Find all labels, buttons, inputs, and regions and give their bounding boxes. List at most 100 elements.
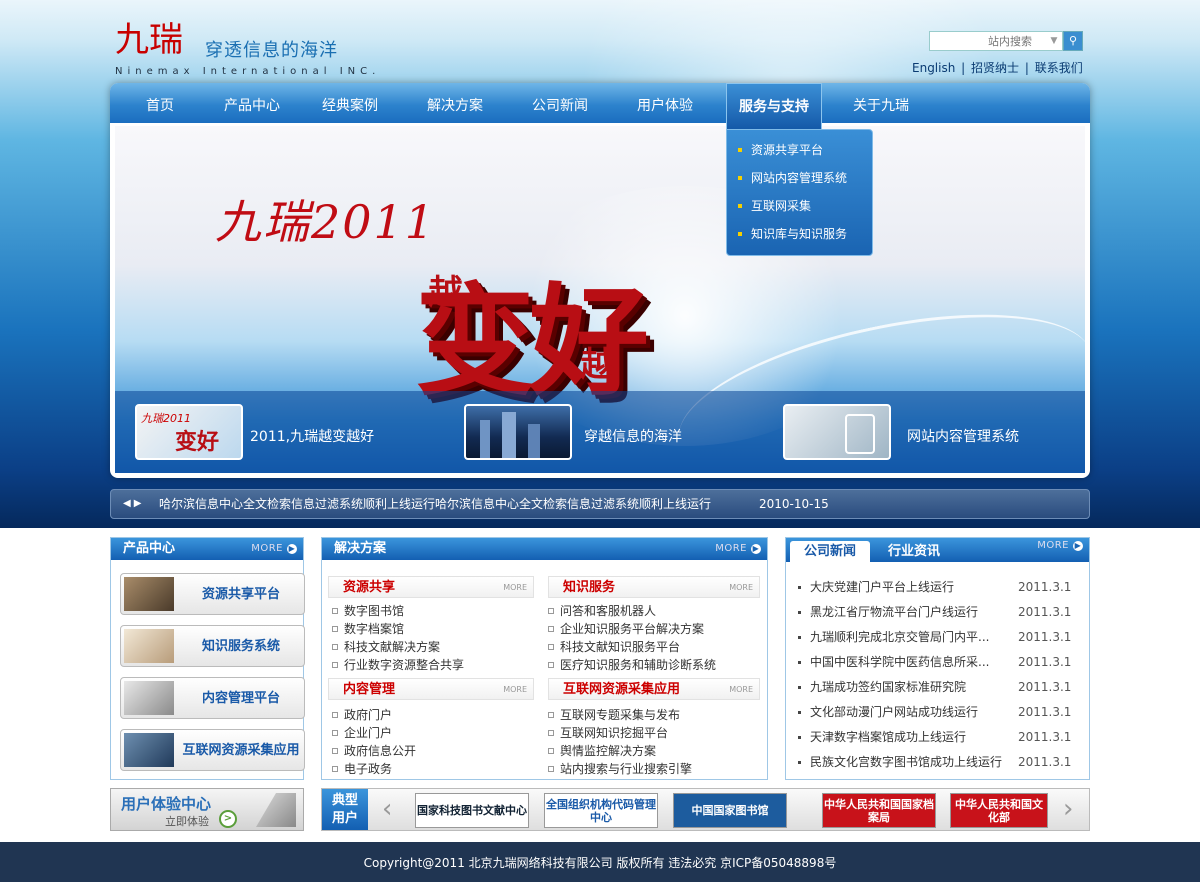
tab-industry-news[interactable]: 行业资讯: [874, 541, 954, 562]
nav-about[interactable]: 关于九瑞: [847, 83, 915, 123]
carousel-next-icon[interactable]: ›: [1063, 795, 1073, 823]
banner-small-left: 越: [422, 274, 462, 308]
solutions-more-link[interactable]: MORE ▶: [715, 538, 761, 560]
search-input[interactable]: [929, 31, 1063, 51]
search-scope-dropdown-icon[interactable]: ▼: [1045, 31, 1063, 51]
solution-link[interactable]: 科技文献知识服务平台: [548, 638, 680, 655]
solution-link[interactable]: 互联网专题采集与发布: [548, 706, 680, 723]
arrow-right-icon: ▶: [751, 544, 761, 554]
banner-thumbnails: 九瑞2011 变好 2011,九瑞越变越好 穿越信息的海洋 网站内容管理系统: [115, 391, 1085, 473]
nav-solutions[interactable]: 解决方案: [421, 83, 489, 123]
product-label: 内容管理平台: [201, 690, 280, 706]
thumbnail-3-caption[interactable]: 网站内容管理系统: [907, 426, 1019, 446]
news-item[interactable]: 黑龙江省厅物流平台门户线运行 2011.3.1: [796, 600, 1076, 625]
solution-group-more[interactable]: MORE: [503, 679, 527, 700]
product-image: [124, 629, 174, 663]
news-item[interactable]: 文化部动漫门户网站成功线运行 2011.3.1: [796, 700, 1076, 725]
news-item[interactable]: 九瑞顺利完成北京交管局门内平... 2011.3.1: [796, 625, 1076, 650]
user-logo-ministry-culture[interactable]: 中华人民共和国文化部: [950, 793, 1048, 828]
news-date: 2011.3.1: [1018, 730, 1072, 744]
carousel-prev-icon[interactable]: ‹: [382, 795, 392, 823]
solution-group-more[interactable]: MORE: [729, 577, 753, 598]
product-knowledge-service[interactable]: 知识服务系统: [120, 625, 305, 667]
nav-cases[interactable]: 经典案例: [316, 83, 384, 123]
news-more-link[interactable]: MORE ▶: [1037, 540, 1083, 551]
nav-products[interactable]: 产品中心: [218, 83, 286, 123]
user-logo-nacao[interactable]: 全国组织机构代码管理中心: [544, 793, 658, 828]
solutions-title: 解决方案: [334, 541, 387, 556]
thumbnail-1[interactable]: 九瑞2011 变好: [135, 404, 243, 460]
product-web-collection[interactable]: 互联网资源采集应用: [120, 729, 305, 771]
solution-link[interactable]: 数字档案馆: [332, 620, 404, 637]
prev-arrow-icon[interactable]: ◀: [123, 498, 134, 509]
search-button[interactable]: ⚲: [1063, 31, 1083, 51]
arrow-right-icon: ▶: [1073, 541, 1083, 551]
news-item[interactable]: 民族文化宫数字图书馆成功上线运行 2011.3.1: [796, 750, 1076, 775]
solution-link[interactable]: 站内搜索与行业搜索引擎: [548, 760, 692, 777]
solution-link[interactable]: 电子政务: [332, 760, 392, 777]
product-content-management[interactable]: 内容管理平台: [120, 677, 305, 719]
service-dropdown-menu: 资源共享平台 网站内容管理系统 互联网采集 知识库与知识服务: [726, 129, 873, 256]
english-link[interactable]: English: [912, 61, 955, 75]
experience-center-banner[interactable]: 用户体验中心 立即体验 >: [110, 788, 304, 831]
solution-group-more[interactable]: MORE: [729, 679, 753, 700]
user-logo-nstl[interactable]: 国家科技图书文献中心: [415, 793, 529, 828]
tab-company-news[interactable]: 公司新闻: [790, 541, 870, 562]
thumbnail-2[interactable]: [464, 404, 572, 460]
contact-link[interactable]: 联系我们: [1035, 61, 1083, 75]
magnifier-icon: ⚲: [1068, 34, 1078, 47]
news-date: 2011.3.1: [1018, 705, 1072, 719]
nav-news[interactable]: 公司新闻: [526, 83, 594, 123]
solution-link[interactable]: 舆情监控解决方案: [548, 742, 656, 759]
news-item[interactable]: 九瑞成功签约国家标准研究院 2011.3.1: [796, 675, 1076, 700]
hero-banner[interactable]: 九瑞2011 变好 越 越 九瑞2011 变好 2011,九瑞越变越好 穿越信息…: [115, 126, 1085, 473]
solution-link[interactable]: 科技文献解决方案: [332, 638, 440, 655]
solution-link[interactable]: 行业数字资源整合共享: [332, 656, 464, 673]
careers-link[interactable]: 招贤纳士: [971, 61, 1019, 75]
thumbnail-1-caption[interactable]: 2011,九瑞越变越好: [250, 426, 374, 446]
nav-experience[interactable]: 用户体验: [631, 83, 699, 123]
solution-group-title[interactable]: 知识服务: [563, 577, 615, 598]
news-date: 2011.3.1: [1018, 605, 1072, 619]
user-logo-national-library[interactable]: 中国国家图书馆: [673, 793, 787, 828]
solution-link[interactable]: 医疗知识服务和辅助诊断系统: [548, 656, 716, 673]
user-logo-archives[interactable]: 中华人民共和国国家档案局: [822, 793, 936, 828]
solution-link[interactable]: 政府门户: [332, 706, 392, 723]
more-label: MORE: [1037, 540, 1069, 551]
nav-home[interactable]: 首页: [132, 83, 188, 123]
solution-link[interactable]: 企业门户: [332, 724, 392, 741]
products-more-link[interactable]: MORE ▶: [251, 538, 297, 560]
thumbnail-3[interactable]: [783, 404, 891, 460]
thumbnail-2-caption[interactable]: 穿越信息的海洋: [584, 426, 682, 446]
ticker-text[interactable]: 哈尔滨信息中心全文检索信息过滤系统顺利上线运行哈尔滨信息中心全文检索信息过滤系统…: [159, 490, 711, 518]
news-date: 2011.3.1: [1018, 755, 1072, 769]
solution-link[interactable]: 政府信息公开: [332, 742, 416, 759]
solution-link[interactable]: 数字图书馆: [332, 602, 404, 619]
experience-title: 用户体验中心: [121, 795, 212, 813]
news-item[interactable]: 天津数字档案馆成功上线运行 2011.3.1: [796, 725, 1076, 750]
building-shape: [480, 420, 490, 458]
logo[interactable]: 九瑞 穿透信息的海洋 Ninemax International INC.: [115, 20, 375, 80]
solution-group-more[interactable]: MORE: [503, 577, 527, 598]
solution-group-title[interactable]: 互联网资源采集应用: [563, 679, 680, 700]
news-title: 天津数字档案馆成功上线运行: [810, 730, 967, 744]
solution-link[interactable]: 问答和客服机器人: [548, 602, 656, 619]
product-resource-sharing[interactable]: 资源共享平台: [120, 573, 305, 615]
news-item[interactable]: 中国中医科学院中医药信息所采... 2011.3.1: [796, 650, 1076, 675]
dropdown-item-knowledge-service[interactable]: 知识库与知识服务: [727, 220, 872, 248]
banner-small-right: 越: [574, 346, 614, 380]
dropdown-item-web-collection[interactable]: 互联网采集: [727, 192, 872, 220]
solution-link[interactable]: 互联网知识挖掘平台: [548, 724, 668, 741]
dropdown-item-resource-sharing[interactable]: 资源共享平台: [727, 136, 872, 164]
news-title: 中国中医科学院中医药信息所采...: [810, 655, 990, 669]
nav-service-support[interactable]: 服务与支持: [726, 83, 822, 129]
news-item[interactable]: 大庆党建门户平台上线运行 2011.3.1: [796, 575, 1076, 600]
solution-group-title[interactable]: 资源共享: [343, 577, 395, 598]
more-label: MORE: [251, 543, 283, 554]
dropdown-item-cms[interactable]: 网站内容管理系统: [727, 164, 872, 192]
solution-group-title[interactable]: 内容管理: [343, 679, 395, 700]
solution-link[interactable]: 企业知识服务平台解决方案: [548, 620, 704, 637]
next-arrow-icon[interactable]: ▶: [134, 498, 145, 509]
news-ticker: ◀▶ 哈尔滨信息中心全文检索信息过滤系统顺利上线运行哈尔滨信息中心全文检索信息过…: [110, 489, 1090, 519]
thumbnail-1-mini-big: 变好: [175, 430, 220, 455]
